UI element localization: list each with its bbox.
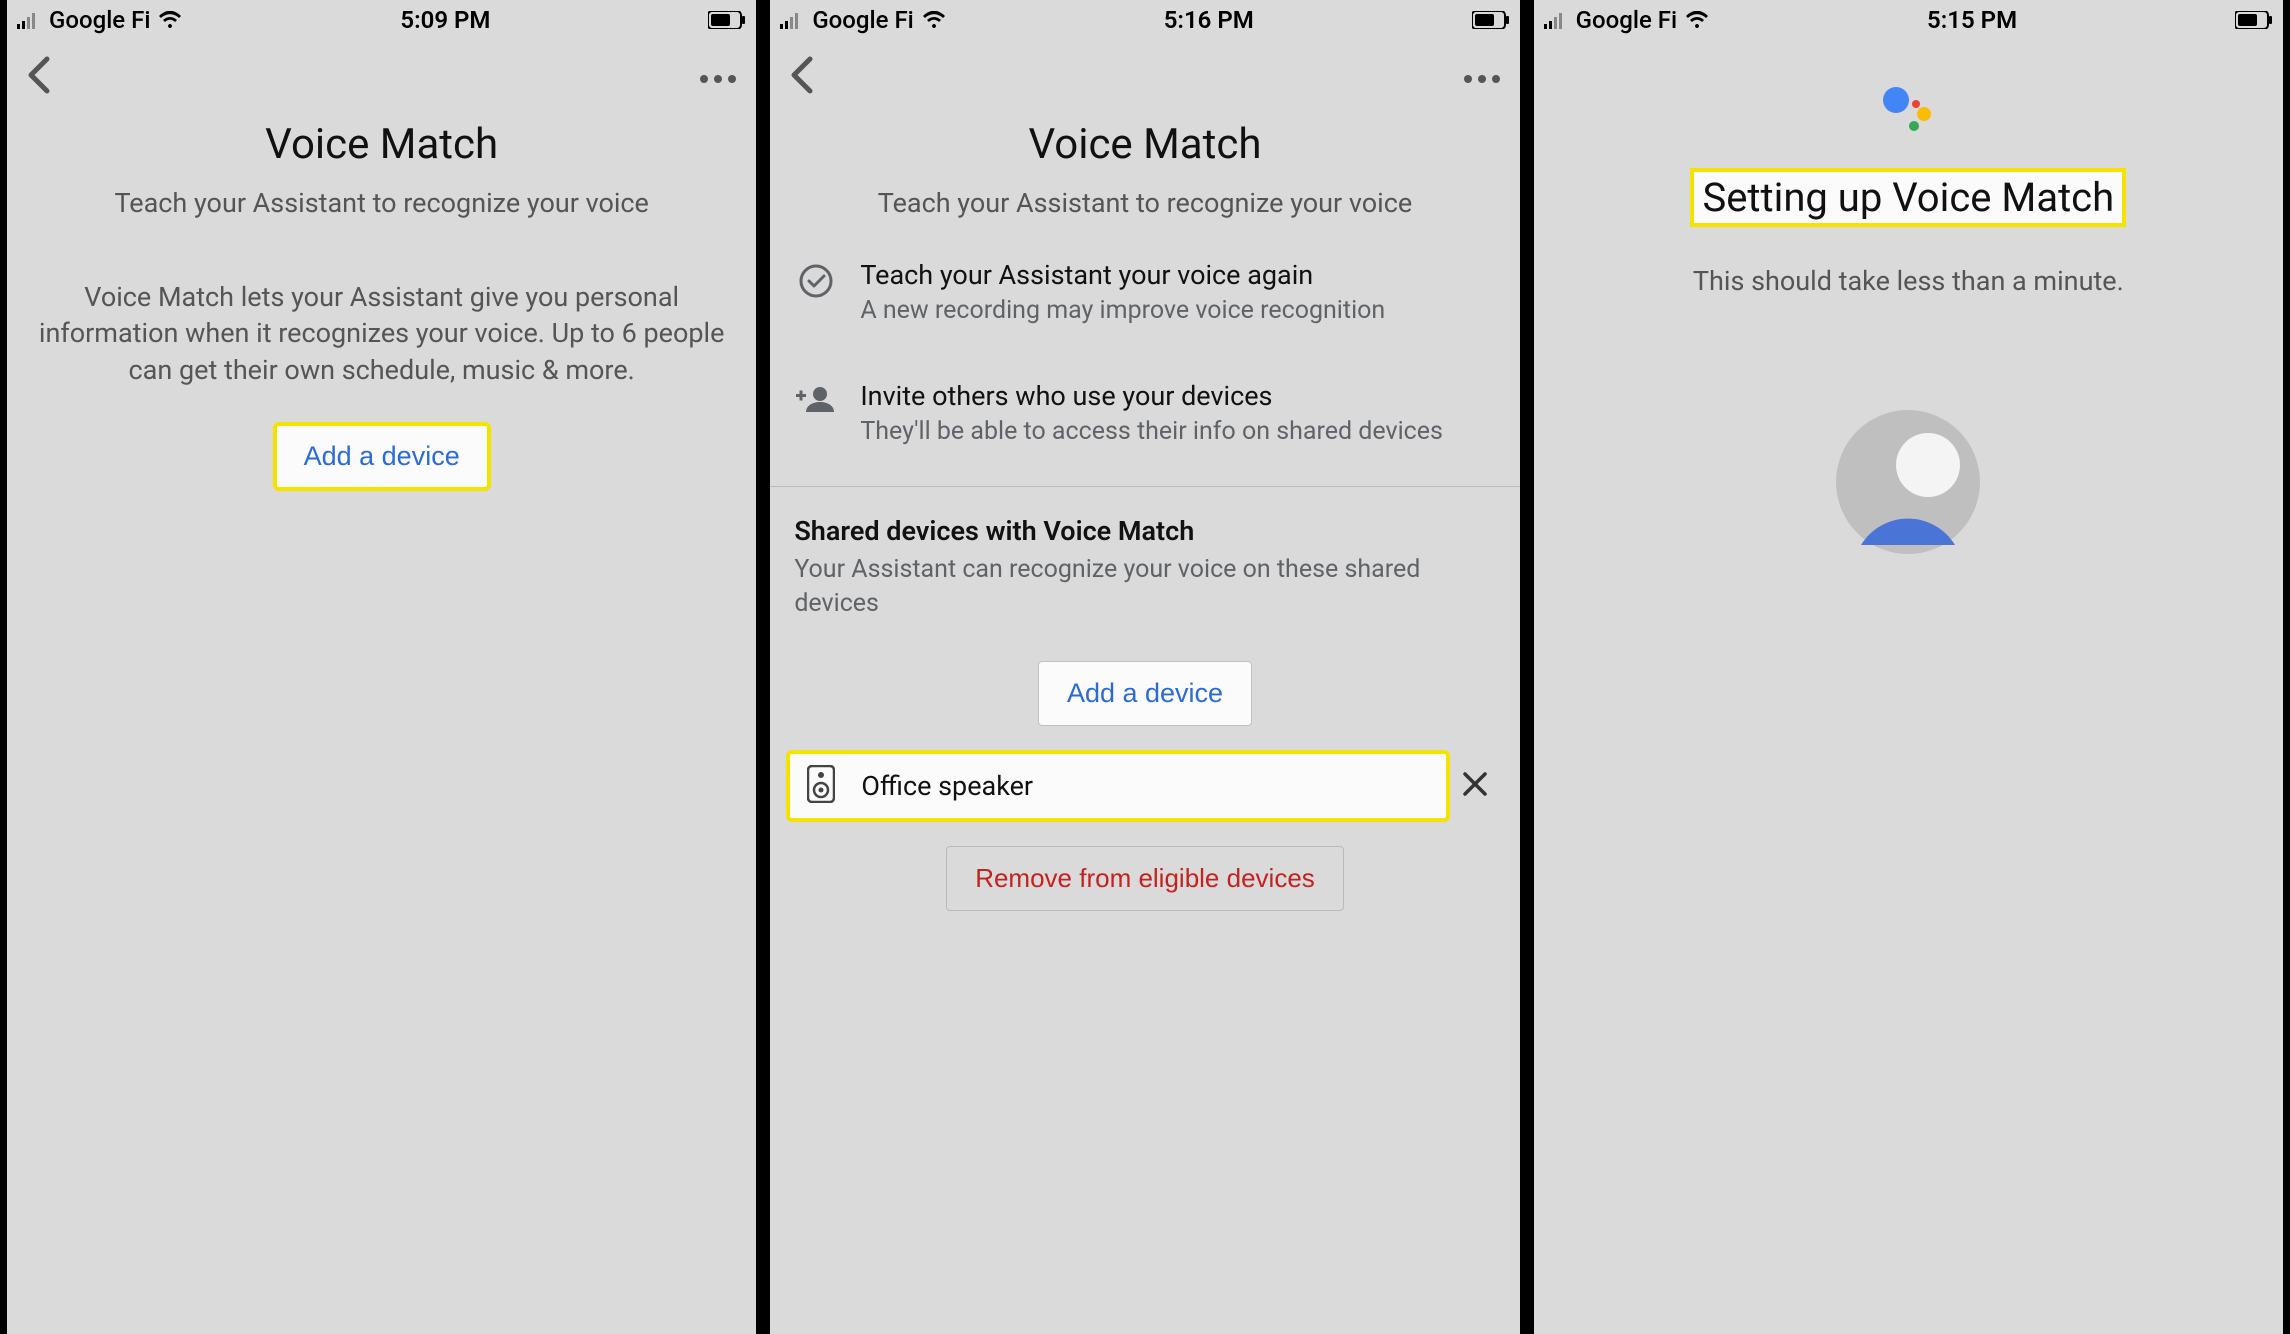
option-subtitle: They'll be able to access their info on …	[860, 416, 1495, 449]
remove-from-eligible-button[interactable]: Remove from eligible devices	[946, 846, 1344, 911]
screen-2: Google Fi 5:16 PM Voice Match Teach your…	[763, 0, 1526, 1334]
clock-time: 5:09 PM	[400, 6, 490, 34]
battery-icon	[708, 11, 746, 29]
add-device-button[interactable]: Add a device	[275, 424, 489, 489]
option-title: Teach your Assistant your voice again	[860, 259, 1495, 291]
person-add-icon	[794, 380, 838, 414]
clock-time: 5:16 PM	[1164, 6, 1254, 34]
option-title: Invite others who use your devices	[860, 380, 1495, 412]
wifi-icon	[158, 11, 182, 29]
loading-avatar-icon	[1833, 407, 1983, 557]
carrier-label: Google Fi	[1576, 6, 1677, 34]
option-invite-others[interactable]: Invite others who use your devices They'…	[770, 368, 1519, 461]
option-subtitle: A new recording may improve voice recogn…	[860, 295, 1495, 328]
setup-subtitle: This should take less than a minute.	[1693, 265, 2124, 297]
nav-bar	[7, 40, 756, 110]
add-device-button[interactable]: Add a device	[1038, 661, 1252, 726]
google-assistant-logo-icon	[1880, 86, 1936, 136]
battery-icon	[2235, 11, 2273, 29]
page-subtitle: Teach your Assistant to recognize your v…	[114, 187, 648, 219]
voice-match-description: Voice Match lets your Assistant give you…	[7, 279, 756, 388]
shared-devices-desc: Your Assistant can recognize your voice …	[770, 553, 1519, 621]
back-button[interactable]	[25, 55, 51, 95]
battery-icon	[1472, 11, 1510, 29]
checkmark-circle-icon	[794, 259, 838, 299]
option-teach-again[interactable]: Teach your Assistant your voice again A …	[770, 247, 1519, 340]
screen-3: Google Fi 5:15 PM Setting up Voice Match…	[1527, 0, 2290, 1334]
status-bar: Google Fi 5:16 PM	[770, 0, 1519, 40]
speaker-icon	[807, 765, 835, 807]
cell-signal-icon	[780, 11, 804, 29]
page-subtitle: Teach your Assistant to recognize your v…	[878, 187, 1412, 219]
device-office-speaker[interactable]: Office speaker	[788, 752, 1447, 820]
nav-bar	[770, 40, 1519, 110]
back-button[interactable]	[788, 55, 814, 95]
page-title: Voice Match	[265, 120, 498, 169]
status-bar: Google Fi 5:15 PM	[1534, 0, 2283, 40]
cell-signal-icon	[17, 11, 41, 29]
remove-device-button[interactable]	[1448, 770, 1502, 802]
wifi-icon	[1685, 11, 1709, 29]
carrier-label: Google Fi	[812, 6, 913, 34]
status-bar: Google Fi 5:09 PM	[7, 0, 756, 40]
more-menu-button[interactable]	[1462, 58, 1502, 93]
page-title: Voice Match	[1028, 120, 1261, 169]
cell-signal-icon	[1544, 11, 1568, 29]
device-name-label: Office speaker	[861, 770, 1033, 802]
wifi-icon	[922, 11, 946, 29]
more-menu-button[interactable]	[698, 58, 738, 93]
carrier-label: Google Fi	[49, 6, 150, 34]
setup-title: Setting up Voice Match	[1692, 170, 2124, 225]
shared-devices-header: Shared devices with Voice Match	[770, 487, 1519, 553]
screen-1: Google Fi 5:09 PM Voice Match Teach your…	[0, 0, 763, 1334]
clock-time: 5:15 PM	[1927, 6, 2017, 34]
